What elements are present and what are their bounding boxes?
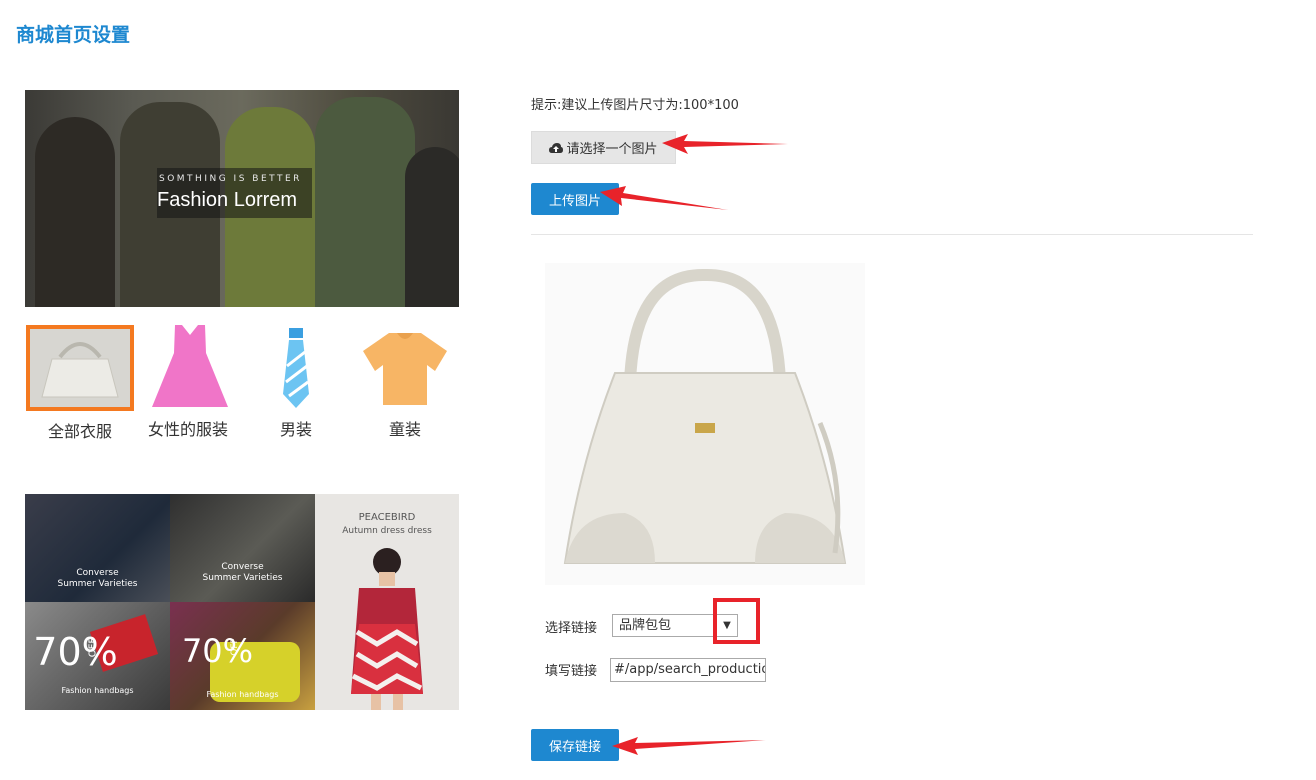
fill-link-label: 填写链接 [545, 664, 598, 679]
promo-text: Autumn dress dress [342, 526, 432, 536]
banner-headline: Fashion Lorrem [157, 189, 298, 211]
category-label[interactable]: 童装 [350, 416, 460, 440]
banner-figure [35, 117, 115, 307]
category-label[interactable]: 全部衣服 [25, 418, 135, 442]
dress-icon[interactable] [150, 323, 230, 413]
banner-image[interactable]: SOMTHING IS BETTER Fashion Lorrem [25, 90, 459, 307]
category-label[interactable]: 女性的服装 [133, 416, 243, 440]
promo-discount: 70% [33, 630, 118, 674]
promo-text: PEACEBIRD [358, 512, 416, 523]
promo-tile-shoes[interactable]: Converse Summer Varieties [25, 494, 170, 602]
uploaded-image-preview [545, 263, 865, 585]
promo-text: Summer Varieties [57, 579, 138, 589]
handbag-icon [41, 342, 119, 398]
promo-grid: Converse Summer Varieties Converse Summe… [25, 494, 459, 710]
promo-off: OFF [230, 638, 240, 656]
banner-figure [405, 147, 459, 307]
tie-icon[interactable] [281, 326, 311, 414]
banner-figure [315, 97, 415, 307]
choose-image-label: 请选择一个图片 [566, 142, 658, 157]
tshirt-icon[interactable] [361, 331, 449, 411]
annotation-arrow-icon [662, 134, 788, 154]
annotation-arrow-icon [612, 737, 766, 755]
cloud-upload-icon [549, 142, 564, 153]
promo-text: Summer Varieties [202, 573, 283, 583]
annotation-highlight-box [713, 598, 760, 644]
save-link-button[interactable]: 保存链接 [531, 729, 619, 761]
category-label[interactable]: 男装 [241, 416, 351, 440]
select-link-label: 选择链接 [545, 621, 598, 636]
banner-small-text: SOMTHING IS BETTER [159, 174, 302, 184]
upload-hint: 提示:建议上传图片尺寸为:100*100 [531, 98, 739, 113]
promo-tile-sneaker[interactable]: Converse Summer Varieties [170, 494, 315, 602]
choose-image-button[interactable]: 请选择一个图片 [531, 131, 676, 164]
promo-text: Converse [221, 562, 264, 572]
promo-off: OFF [87, 637, 99, 658]
page-title: 商城首页设置 [16, 24, 131, 46]
handbag-preview-icon [563, 268, 847, 564]
annotation-arrow-icon [600, 186, 728, 210]
promo-caption: Fashion handbags [61, 686, 134, 695]
category-selected-image[interactable] [26, 325, 134, 411]
promo-caption: Fashion handbags [206, 690, 279, 699]
promo-tile-yellowbag[interactable]: 70% OFF Fashion handbags [170, 602, 315, 710]
promo-text: Converse [76, 568, 119, 578]
link-select-value: 品牌包包 [619, 618, 672, 633]
divider [531, 234, 1253, 235]
model-figure [351, 548, 423, 710]
promo-tile-dress[interactable]: PEACEBIRD Autumn dress dress [315, 494, 459, 710]
link-input[interactable]: #/app/search_productio [610, 658, 766, 682]
promo-tile-handbag[interactable]: 70% OFF Fashion handbags [25, 602, 170, 710]
